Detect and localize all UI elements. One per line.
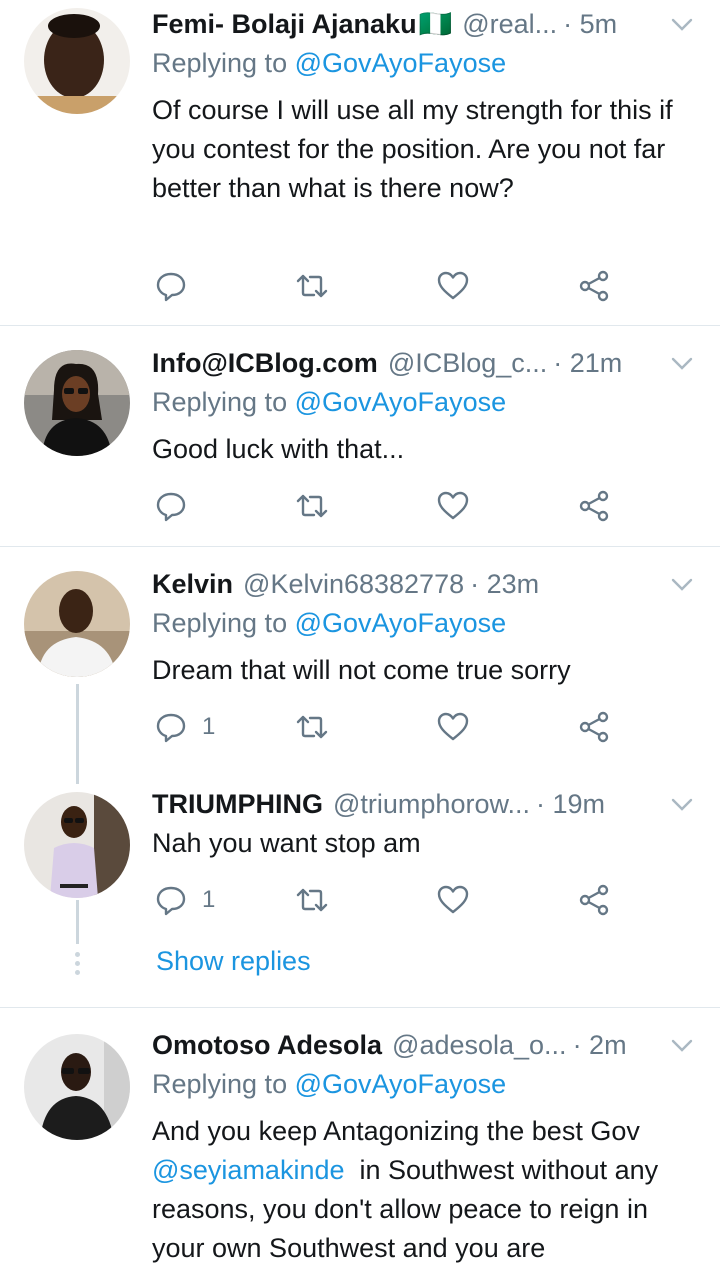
like-button[interactable] — [436, 882, 470, 918]
display-name[interactable]: TRIUMPHING — [152, 789, 323, 820]
user-handle[interactable]: @ICBlog_c... — [388, 348, 547, 379]
reply-icon — [156, 886, 186, 916]
avatar[interactable] — [24, 350, 130, 456]
share-icon — [579, 884, 609, 916]
flag-icon: 🇳🇬 — [418, 9, 453, 39]
user-handle[interactable]: @real... — [462, 9, 557, 40]
mention-link[interactable]: @GovAyoFayose — [295, 48, 507, 78]
mention-link[interactable]: @GovAyoFayose — [295, 608, 507, 638]
share-button[interactable] — [577, 488, 611, 524]
tweet-omotoso[interactable]: Omotoso Adesola @adesola_o... · 2m Reply… — [0, 1008, 720, 1267]
chevron-down-icon[interactable] — [668, 349, 696, 377]
avatar[interactable] — [24, 8, 130, 114]
display-name[interactable]: Kelvin — [152, 569, 233, 600]
reply-icon — [156, 713, 186, 743]
replying-to: Replying to @GovAyoFayose — [152, 608, 507, 638]
mention-link[interactable]: @GovAyoFayose — [295, 387, 507, 417]
tweet-actions — [152, 488, 622, 524]
retweet-icon — [296, 888, 328, 912]
mention-link[interactable]: @seyiamakinde — [152, 1155, 345, 1185]
reply-icon — [156, 492, 186, 522]
retweet-icon — [296, 494, 328, 518]
tweet-text: Good luck with that... — [152, 434, 405, 464]
timestamp[interactable]: · 19m — [536, 789, 605, 820]
tweet-femi[interactable]: Femi- Bolaji Ajanaku 🇳🇬 @real... · 5m Re… — [0, 0, 720, 325]
share-icon — [579, 711, 609, 743]
reply-count: 1 — [202, 886, 216, 913]
share-button[interactable] — [577, 268, 611, 304]
avatar[interactable] — [24, 792, 130, 898]
tweet-actions: 1 — [152, 709, 622, 745]
like-icon — [437, 491, 469, 520]
share-icon — [579, 490, 609, 522]
display-name[interactable]: Femi- Bolaji Ajanaku — [152, 9, 417, 40]
tweet-icblog[interactable]: Info@ICBlog.com @ICBlog_c... · 21m Reply… — [0, 326, 720, 546]
like-icon — [437, 885, 469, 914]
retweet-button[interactable] — [295, 709, 329, 745]
like-icon — [437, 712, 469, 741]
tweet-kelvin[interactable]: Kelvin @Kelvin68382778 · 23m Replying to… — [0, 547, 720, 777]
show-replies-link[interactable]: Show replies — [156, 946, 311, 977]
replying-to: Replying to @GovAyoFayose — [152, 387, 507, 417]
replying-to: Replying to @GovAyoFayose — [152, 48, 507, 78]
chevron-down-icon[interactable] — [668, 10, 696, 38]
timestamp[interactable]: · 23m — [470, 569, 539, 600]
like-icon — [437, 271, 469, 300]
tweet-text: Dream that will not come true sorry — [152, 655, 571, 685]
reply-icon — [156, 272, 186, 302]
chevron-down-icon[interactable] — [668, 790, 696, 818]
tweet-text: Nah you want stop am — [152, 828, 421, 858]
avatar[interactable] — [24, 1034, 130, 1140]
tweet-triumphing[interactable]: TRIUMPHING @triumphorow... · 19m Nah you… — [0, 780, 720, 940]
reply-button[interactable]: 1 — [154, 709, 215, 745]
retweet-icon — [296, 715, 328, 739]
retweet-icon — [296, 274, 328, 298]
thread-dot — [75, 970, 80, 975]
thread-dot — [75, 952, 80, 957]
share-button[interactable] — [577, 709, 611, 745]
chevron-down-icon[interactable] — [668, 1031, 696, 1059]
timestamp[interactable]: · 21m — [553, 348, 622, 379]
reply-count: 1 — [202, 713, 216, 740]
display-name[interactable]: Omotoso Adesola — [152, 1030, 382, 1061]
display-name[interactable]: Info@ICBlog.com — [152, 348, 378, 379]
retweet-button[interactable] — [295, 268, 329, 304]
user-handle[interactable]: @triumphorow... — [333, 789, 530, 820]
like-button[interactable] — [436, 709, 470, 745]
retweet-button[interactable] — [295, 882, 329, 918]
user-handle[interactable]: @Kelvin68382778 — [243, 569, 464, 600]
replying-to: Replying to @GovAyoFayose — [152, 1069, 507, 1099]
like-button[interactable] — [436, 268, 470, 304]
user-handle[interactable]: @adesola_o... — [392, 1030, 567, 1061]
timestamp[interactable]: · 5m — [563, 9, 617, 40]
timestamp[interactable]: · 2m — [573, 1030, 627, 1061]
share-button[interactable] — [577, 882, 611, 918]
like-button[interactable] — [436, 488, 470, 524]
mention-link[interactable]: @GovAyoFayose — [295, 1069, 507, 1099]
reply-button[interactable]: 1 — [154, 882, 215, 918]
tweet-actions: 1 — [152, 882, 622, 918]
tweet-text: And you keep Antagonizing the best Gov @… — [152, 1116, 666, 1263]
share-icon — [579, 270, 609, 302]
tweet-actions — [152, 268, 622, 304]
retweet-button[interactable] — [295, 488, 329, 524]
reply-button[interactable] — [154, 268, 188, 304]
chevron-down-icon[interactable] — [668, 570, 696, 598]
avatar[interactable] — [24, 571, 130, 677]
thread-dot — [75, 961, 80, 966]
tweet-text: Of course I will use all my strength for… — [152, 95, 673, 203]
reply-button[interactable] — [154, 488, 188, 524]
